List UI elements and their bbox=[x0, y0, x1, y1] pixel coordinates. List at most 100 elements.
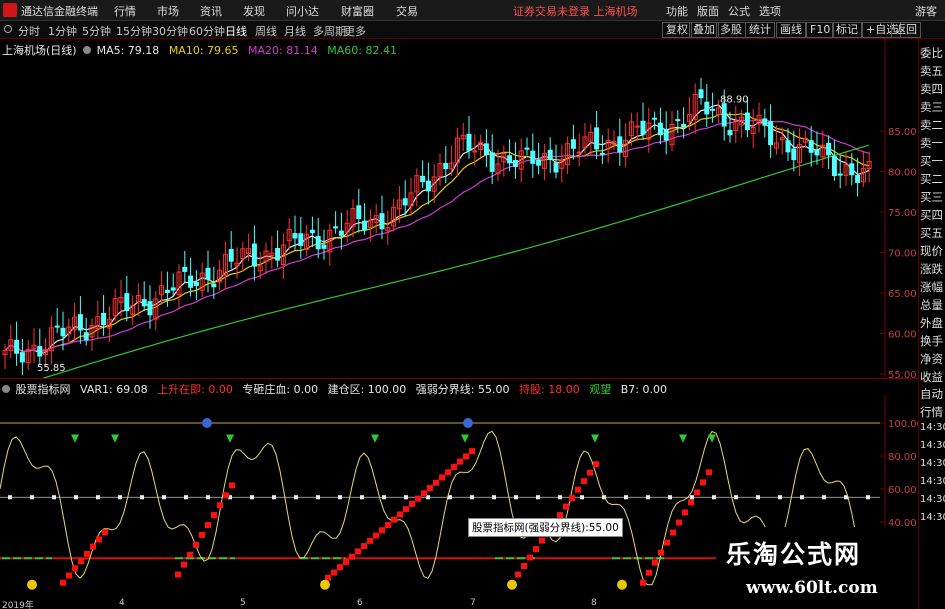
settings-icon[interactable] bbox=[83, 46, 92, 54]
f10-button[interactable]: F10 bbox=[806, 22, 835, 38]
auto-quote-label[interactable]: 自动 bbox=[920, 386, 943, 402]
tab-weekly[interactable]: 周线 bbox=[255, 23, 277, 39]
menu-news[interactable]: 资讯 bbox=[200, 3, 222, 19]
sell-signal-icon bbox=[111, 434, 119, 443]
tab-60min[interactable]: 60分钟 bbox=[189, 23, 225, 39]
x-tick: 4 bbox=[119, 598, 125, 608]
tick-time: 14:30 bbox=[920, 422, 945, 433]
menu-options[interactable]: 选项 bbox=[759, 3, 781, 19]
hold-block bbox=[676, 519, 682, 526]
hold-block bbox=[181, 561, 187, 568]
hold-block bbox=[90, 543, 96, 550]
candle-body bbox=[710, 108, 716, 111]
quote-field-label: 涨跌 bbox=[920, 262, 943, 276]
hold-block bbox=[84, 550, 90, 557]
tick-time: 14:30 bbox=[920, 494, 945, 505]
hold-block bbox=[682, 509, 688, 516]
candle-body bbox=[507, 155, 513, 164]
price-tick-label: 60.00 bbox=[888, 330, 917, 341]
indicator-tick-label: 60.00 bbox=[888, 485, 917, 496]
indicator-settings-icon[interactable] bbox=[2, 385, 10, 393]
tab-daily[interactable]: 日线 bbox=[225, 23, 247, 39]
tab-30min[interactable]: 30分钟 bbox=[152, 23, 188, 39]
menu-quotes[interactable]: 行情 bbox=[114, 3, 136, 19]
menu-ask[interactable]: 问小达 bbox=[286, 3, 319, 19]
draw-line-button[interactable]: 画线 bbox=[776, 22, 806, 38]
candle-body bbox=[141, 299, 147, 307]
x-tick: 8 bbox=[591, 598, 597, 608]
login-notice[interactable]: 证券交易未登录 上海机场 bbox=[513, 3, 638, 19]
candle-body bbox=[228, 249, 234, 262]
menu-layout[interactable]: 版面 bbox=[697, 3, 719, 19]
hold-block bbox=[343, 558, 349, 565]
candle-body bbox=[309, 229, 315, 234]
indicator-tooltip: 股票指标网(强弱分界线):55.00 bbox=[468, 518, 623, 537]
hold-block bbox=[533, 546, 539, 553]
hold-block bbox=[527, 554, 533, 561]
menu-formula[interactable]: 公式 bbox=[728, 3, 750, 19]
guest-label[interactable]: 游客 bbox=[915, 3, 937, 19]
tab-15min[interactable]: 15分钟 bbox=[116, 23, 152, 39]
hold-block bbox=[515, 571, 521, 578]
hold-block bbox=[421, 490, 427, 497]
candle-body bbox=[594, 127, 600, 150]
tab-more[interactable]: 更多 bbox=[344, 23, 366, 39]
mark-button[interactable]: 标记 bbox=[832, 22, 862, 38]
menu-function[interactable]: 功能 bbox=[666, 3, 688, 19]
auto-quote-label[interactable]: 行情 bbox=[920, 404, 943, 420]
tab-multi-period[interactable]: 多周期 bbox=[313, 23, 346, 39]
candle-body bbox=[315, 236, 321, 250]
quote-field-label: 卖二 bbox=[920, 118, 943, 132]
pane-divider[interactable] bbox=[0, 378, 918, 379]
candle-body bbox=[147, 301, 153, 316]
hold-block bbox=[379, 527, 385, 534]
quote-field-label: 现价 bbox=[920, 244, 943, 258]
candle-body bbox=[164, 289, 170, 293]
overlay-button[interactable]: 叠加 bbox=[689, 22, 719, 38]
candle-body bbox=[321, 244, 327, 249]
tab-5min[interactable]: 5分钟 bbox=[82, 23, 111, 39]
statistics-button[interactable]: 统计 bbox=[745, 22, 775, 38]
hold-block bbox=[694, 489, 700, 496]
candle-body bbox=[193, 282, 199, 286]
menu-trade[interactable]: 交易 bbox=[396, 3, 418, 19]
candle-body bbox=[704, 101, 710, 115]
candle-body bbox=[791, 148, 797, 161]
top-signal-icon bbox=[463, 418, 473, 428]
menu-market[interactable]: 市场 bbox=[157, 3, 179, 19]
menu-wealth[interactable]: 财富圈 bbox=[341, 3, 374, 19]
low-price-label: 55.85 bbox=[37, 363, 66, 374]
hold-block bbox=[223, 492, 229, 499]
hold-block bbox=[706, 469, 712, 476]
hold-block bbox=[403, 506, 409, 513]
sell-signal-icon bbox=[591, 434, 599, 443]
candle-body bbox=[124, 293, 130, 311]
kline-chart[interactable]: 85.0080.0075.0070.0065.0060.0055.0088.90… bbox=[0, 39, 918, 379]
sell-signal-icon bbox=[71, 434, 79, 443]
adjust-button[interactable]: 复权 bbox=[662, 22, 692, 38]
sell-signal-icon bbox=[226, 434, 234, 443]
indicator-tick-label: 100.00 bbox=[888, 419, 918, 430]
hold-block bbox=[415, 495, 421, 502]
tab-1min[interactable]: 1分钟 bbox=[48, 23, 77, 39]
ma10-line bbox=[4, 112, 870, 353]
hold-block bbox=[593, 461, 599, 468]
hold-block bbox=[670, 529, 676, 536]
tab-intraday[interactable]: 分时 bbox=[18, 23, 40, 39]
candle-body bbox=[101, 312, 107, 326]
candle-body bbox=[333, 226, 339, 229]
tab-monthly[interactable]: 月线 bbox=[284, 23, 306, 39]
candle-body bbox=[837, 173, 843, 176]
candle-body bbox=[298, 233, 304, 246]
hold-block bbox=[397, 511, 403, 518]
menu-discover[interactable]: 发现 bbox=[243, 3, 265, 19]
hold-block bbox=[521, 563, 527, 570]
x-tick: 2019年 bbox=[2, 601, 34, 609]
quote-field-label: 换手 bbox=[920, 334, 943, 348]
candle-body bbox=[275, 248, 281, 261]
back-button[interactable]: 返回 bbox=[891, 22, 921, 38]
hold-block bbox=[349, 553, 355, 560]
candle-body bbox=[483, 143, 489, 156]
multi-stock-button[interactable]: 多股 bbox=[716, 22, 746, 38]
tick-time: 14:30 bbox=[920, 458, 945, 469]
